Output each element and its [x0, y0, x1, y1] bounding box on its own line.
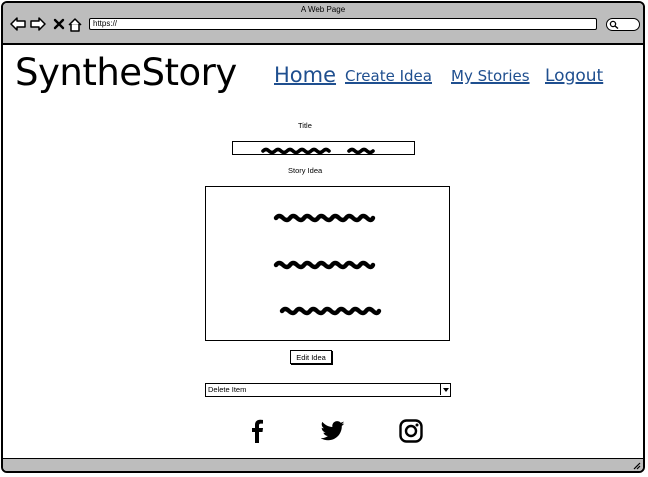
- home-icon[interactable]: [66, 15, 84, 33]
- chevron-down-icon[interactable]: [440, 384, 450, 395]
- story-idea-label: Story Idea: [288, 166, 323, 175]
- twitter-icon[interactable]: [319, 417, 347, 445]
- facebook-icon[interactable]: [243, 417, 271, 445]
- item-action-select[interactable]: Delete Item: [205, 383, 451, 397]
- browser-toolbar: A Web Page https://: [3, 3, 643, 45]
- scribble-placeholder: [261, 147, 375, 155]
- forward-icon[interactable]: [29, 15, 47, 33]
- status-bar: [3, 458, 643, 471]
- nav-link-logout[interactable]: Logout: [545, 66, 603, 86]
- search-icon: [609, 20, 619, 29]
- nav-link-create-idea[interactable]: Create Idea: [345, 67, 432, 85]
- select-value: Delete Item: [208, 385, 247, 394]
- browser-window: A Web Page https:// SyntheStory Home Cre…: [1, 1, 645, 473]
- story-idea-textarea[interactable]: [205, 186, 450, 341]
- scribble-text: [273, 213, 382, 316]
- nav-link-my-stories[interactable]: My Stories: [451, 67, 530, 85]
- url-input[interactable]: https://: [89, 18, 597, 30]
- title-label: Title: [298, 121, 312, 130]
- back-icon[interactable]: [9, 15, 27, 33]
- window-title: A Web Page: [300, 5, 346, 14]
- nav-link-home[interactable]: Home: [274, 63, 336, 87]
- site-logo[interactable]: SyntheStory: [15, 51, 237, 94]
- title-input[interactable]: [232, 141, 415, 155]
- instagram-icon[interactable]: [397, 417, 425, 445]
- browser-search[interactable]: [606, 18, 640, 31]
- resize-grip-icon[interactable]: [632, 461, 641, 470]
- edit-idea-button[interactable]: Edit Idea: [290, 350, 332, 364]
